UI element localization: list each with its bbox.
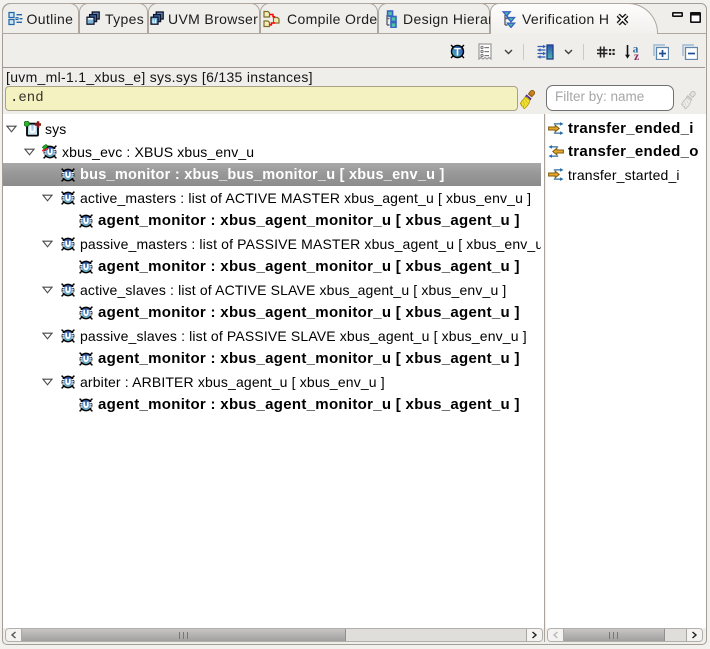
svg-text:z: z (634, 51, 639, 60)
svg-text:u: u (152, 18, 157, 25)
svg-text:T: T (454, 46, 461, 58)
